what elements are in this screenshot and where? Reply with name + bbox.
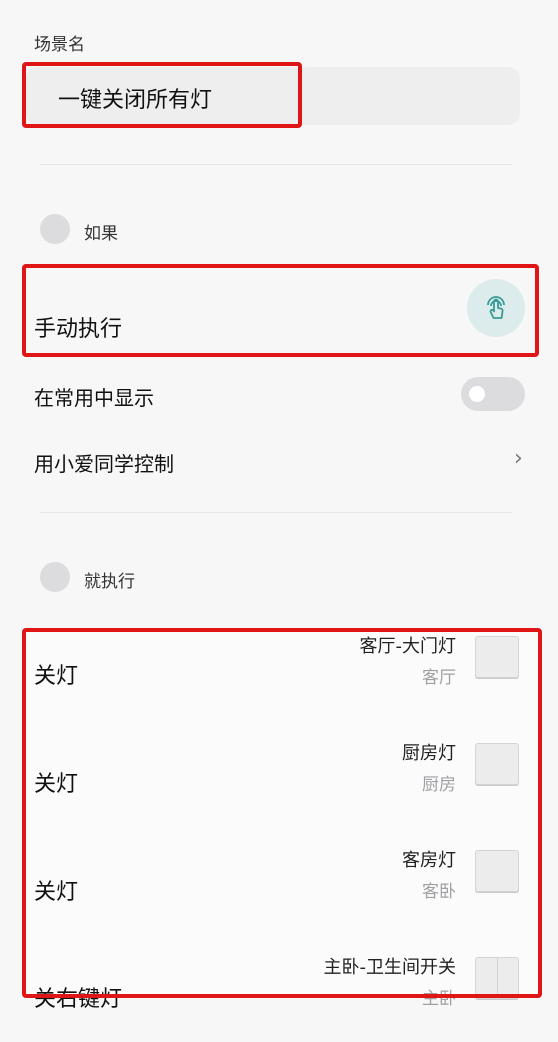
if-section-label: 如果	[84, 224, 118, 244]
divider	[40, 164, 512, 165]
show-in-common-toggle[interactable]	[461, 377, 525, 411]
then-section-label: 就执行	[84, 572, 135, 592]
highlight-trigger	[22, 264, 539, 357]
chevron-right-icon[interactable]: ›	[514, 446, 523, 471]
show-in-common-label: 在常用中显示	[34, 386, 154, 410]
highlight-scene-name	[22, 62, 302, 128]
highlight-actions	[22, 628, 542, 998]
scene-name-label: 场景名	[34, 35, 85, 55]
xiaoai-control-label[interactable]: 用小爱同学控制	[34, 448, 174, 477]
then-section-dot	[40, 562, 70, 592]
divider	[40, 512, 512, 513]
toggle-knob	[469, 386, 485, 402]
if-section-dot	[40, 214, 70, 244]
